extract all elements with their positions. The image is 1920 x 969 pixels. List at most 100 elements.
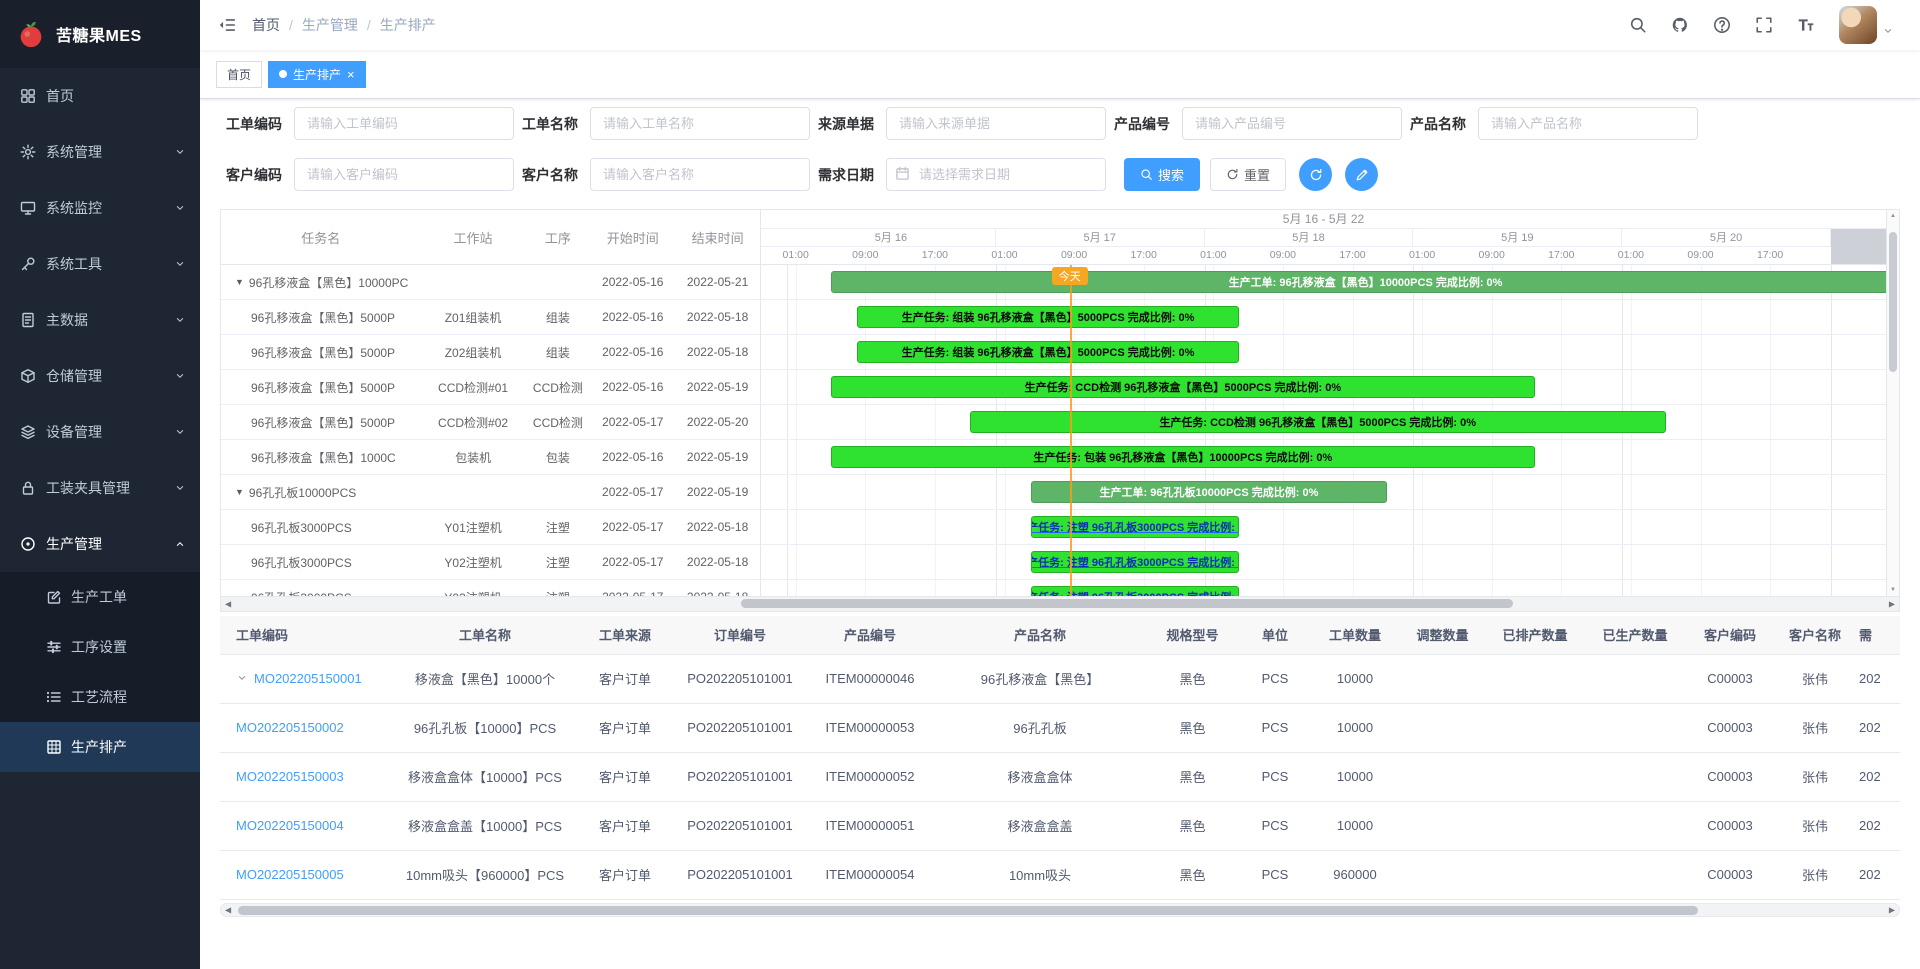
sidebar-subitem-1[interactable]: 生产工单 — [0, 572, 200, 622]
timeline-hour-label: 17:00 — [1114, 247, 1174, 263]
table-row[interactable]: MO20220515000296孔孔板【10000】PCS客户订单PO20220… — [220, 703, 1900, 752]
sidebar-item-3[interactable]: 系统监控 — [0, 180, 200, 236]
expand-caret-icon[interactable] — [236, 672, 248, 684]
filter-fields: 工单编码工单名称来源单据产品编号产品名称 — [226, 107, 1706, 140]
avatar[interactable] — [1839, 6, 1877, 44]
gantt-task-row[interactable]: 96孔孔板3000PCSY02注塑机注塑2022-05-172022-05-18 — [221, 545, 760, 580]
adjust-qty-cell — [1400, 801, 1485, 850]
reset-button[interactable]: 重置 — [1210, 158, 1286, 191]
gantt-horizontal-scrollbar[interactable] — [221, 596, 1899, 611]
gantt-task-bar[interactable]: 生产任务: 注塑 96孔孔板3000PCS 完成比例: 0% — [1031, 586, 1240, 596]
tags-view-item[interactable]: 首页 — [216, 61, 262, 88]
gantt-task-row[interactable]: 96孔移液盒【黑色】5000PCCD检测#02CCD检测2022-05-1720… — [221, 405, 760, 440]
sidebar-item-4[interactable]: 系统工具 — [0, 236, 200, 292]
column-header: 订单编号 — [675, 616, 805, 654]
sidebar-item-6[interactable]: 仓储管理 — [0, 348, 200, 404]
sidebar-item-8[interactable]: 工装夹具管理 — [0, 460, 200, 516]
tags-view-item[interactable]: 生产排产 — [268, 61, 366, 88]
column-header: 产品编号 — [805, 616, 935, 654]
work-order-link[interactable]: MO202205150004 — [236, 818, 344, 833]
orders-table: 工单编码工单名称工单来源订单编号产品编号产品名称规格型号单位工单数量调整数量已排… — [220, 616, 1900, 900]
work-order-link[interactable]: MO202205150001 — [254, 671, 362, 686]
sidebar-menu: 首页系统管理系统监控系统工具主数据仓储管理设备管理工装夹具管理生产管理生产工单工… — [0, 68, 200, 772]
table-row[interactable]: MO202205150004移液盒盒盖【10000】PCS客户订单PO20220… — [220, 801, 1900, 850]
filter-input[interactable] — [590, 158, 810, 191]
sidebar-item-9[interactable]: 生产管理 — [0, 516, 200, 572]
sidebar-toggle-icon[interactable] — [218, 16, 236, 34]
work-order-link[interactable]: MO202205150005 — [236, 867, 344, 882]
filter-input[interactable] — [294, 158, 514, 191]
breadcrumb-item: 生产排产 — [358, 15, 436, 35]
breadcrumb-item[interactable]: 生产管理 — [280, 15, 358, 35]
gantt-task-row[interactable]: 96孔移液盒【黑色】5000PZ01组装机组装2022-05-162022-05… — [221, 300, 760, 335]
font-size-icon[interactable] — [1797, 16, 1815, 34]
grid-line — [761, 404, 1886, 405]
filter-field: 需求日期 — [818, 158, 1106, 191]
sidebar-item-7[interactable]: 设备管理 — [0, 404, 200, 460]
refresh-gantt-button[interactable] — [1299, 158, 1332, 191]
column-header: 工单来源 — [575, 616, 675, 654]
workstation-cell: Y02注塑机 — [421, 554, 526, 571]
filter-input[interactable] — [886, 107, 1106, 140]
work-order-link[interactable]: MO202205150002 — [236, 720, 344, 735]
timeline-hour-label: 17:00 — [1740, 247, 1800, 263]
table-horizontal-scrollbar[interactable] — [220, 903, 1900, 917]
sidebar-item-2[interactable]: 系统管理 — [0, 124, 200, 180]
filter-input[interactable] — [1182, 107, 1402, 140]
order-no-cell: PO202205101001 — [675, 801, 805, 850]
gantt-task-bar[interactable]: 生产任务: 注塑 96孔孔板3000PCS 完成比例: 0% — [1031, 516, 1240, 538]
close-icon[interactable] — [347, 68, 355, 81]
gantt-task-row[interactable]: 96孔孔板10000PCS2022-05-172022-05-19 — [221, 475, 760, 510]
gantt-task-bar[interactable]: 生产任务: 注塑 96孔孔板3000PCS 完成比例: 0% — [1031, 551, 1240, 573]
scrollbar-thumb[interactable] — [741, 599, 1513, 608]
breadcrumb-item[interactable]: 首页 — [252, 15, 280, 35]
demand-date-cell: 202 — [1855, 801, 1900, 850]
edit-schedule-button[interactable] — [1345, 158, 1378, 191]
column-header: 需 — [1855, 616, 1900, 654]
sidebar-subitem-4[interactable]: 生产排产 — [0, 722, 200, 772]
table-row[interactable]: MO20220515000510mm吸头【960000】PCS客户订单PO202… — [220, 850, 1900, 899]
user-menu[interactable] — [1839, 6, 1894, 44]
fullscreen-icon[interactable] — [1755, 16, 1773, 34]
gantt-task-bar[interactable]: 生产任务: 组装 96孔移液盒【黑色】5000PCS 完成比例: 0% — [857, 341, 1240, 363]
sidebar-subitem-3[interactable]: 工艺流程 — [0, 672, 200, 722]
gantt-task-row[interactable]: 96孔移液盒【黑色】1000C包装机包装2022-05-162022-05-19 — [221, 440, 760, 475]
gantt-project-bar[interactable]: 生产工单: 96孔孔板10000PCS 完成比例: 0% — [1031, 481, 1388, 503]
gantt-task-row[interactable]: 96孔移液盒【黑色】5000PCCD检测#01CCD检测2022-05-1620… — [221, 370, 760, 405]
gantt-task-row[interactable]: 96孔孔板3000PCSY03注塑机注塑2022-05-172022-05-18 — [221, 580, 760, 596]
scrollbar-thumb[interactable] — [1889, 232, 1897, 372]
github-icon[interactable] — [1671, 16, 1689, 34]
scrollbar-thumb[interactable] — [238, 906, 1698, 915]
gantt-vertical-scrollbar[interactable] — [1886, 210, 1899, 596]
task-name-cell: 96孔移液盒【黑色】5000P — [221, 414, 421, 431]
expand-triangle-icon[interactable] — [235, 487, 244, 497]
gantt-task-row[interactable]: 96孔移液盒【黑色】5000PZ02组装机组装2022-05-162022-05… — [221, 335, 760, 370]
timeline-day-label: 5月 18 — [1205, 229, 1414, 247]
sidebar-item-5[interactable]: 主数据 — [0, 292, 200, 348]
search-button[interactable]: 搜索 — [1124, 158, 1200, 191]
work-order-code-cell: MO202205150002 — [220, 703, 395, 752]
work-order-link[interactable]: MO202205150003 — [236, 769, 344, 784]
gantt-project-bar[interactable]: 生产工单: 96孔移液盒【黑色】10000PCS 完成比例: 0% — [831, 271, 1887, 293]
filter-input[interactable] — [590, 107, 810, 140]
gantt-task-bar[interactable]: 生产任务: 组装 96孔移液盒【黑色】5000PCS 完成比例: 0% — [857, 306, 1240, 328]
table-row[interactable]: MO202205150001移液盒【黑色】10000个客户订单PO2022051… — [220, 654, 1900, 703]
filter-input[interactable] — [294, 107, 514, 140]
monitor-icon — [20, 200, 36, 216]
filter-input[interactable] — [1478, 107, 1698, 140]
timeline-hour-label: 09:00 — [1671, 247, 1731, 263]
search-icon[interactable] — [1629, 16, 1647, 34]
gantt-task-bar[interactable]: 生产任务: CCD检测 96孔移液盒【黑色】5000PCS 完成比例: 0% — [970, 411, 1666, 433]
help-icon[interactable] — [1713, 16, 1731, 34]
expand-triangle-icon[interactable] — [235, 277, 244, 287]
grid-line — [1770, 265, 1771, 596]
flow-icon — [46, 689, 62, 705]
gantt-task-bar[interactable]: 生产任务: 包装 96孔移液盒【黑色】10000PCS 完成比例: 0% — [831, 446, 1536, 468]
sidebar-item-1[interactable]: 首页 — [0, 68, 200, 124]
gantt-task-row[interactable]: 96孔移液盒【黑色】10000PC2022-05-162022-05-21 — [221, 265, 760, 300]
sidebar-subitem-2[interactable]: 工序设置 — [0, 622, 200, 672]
table-row[interactable]: MO202205150003移液盒盒体【10000】PCS客户订单PO20220… — [220, 752, 1900, 801]
gantt-task-bar[interactable]: 生产任务: CCD检测 96孔移液盒【黑色】5000PCS 完成比例: 0% — [831, 376, 1536, 398]
gantt-task-row[interactable]: 96孔孔板3000PCSY01注塑机注塑2022-05-172022-05-18 — [221, 510, 760, 545]
demand-date-input[interactable] — [886, 158, 1106, 191]
